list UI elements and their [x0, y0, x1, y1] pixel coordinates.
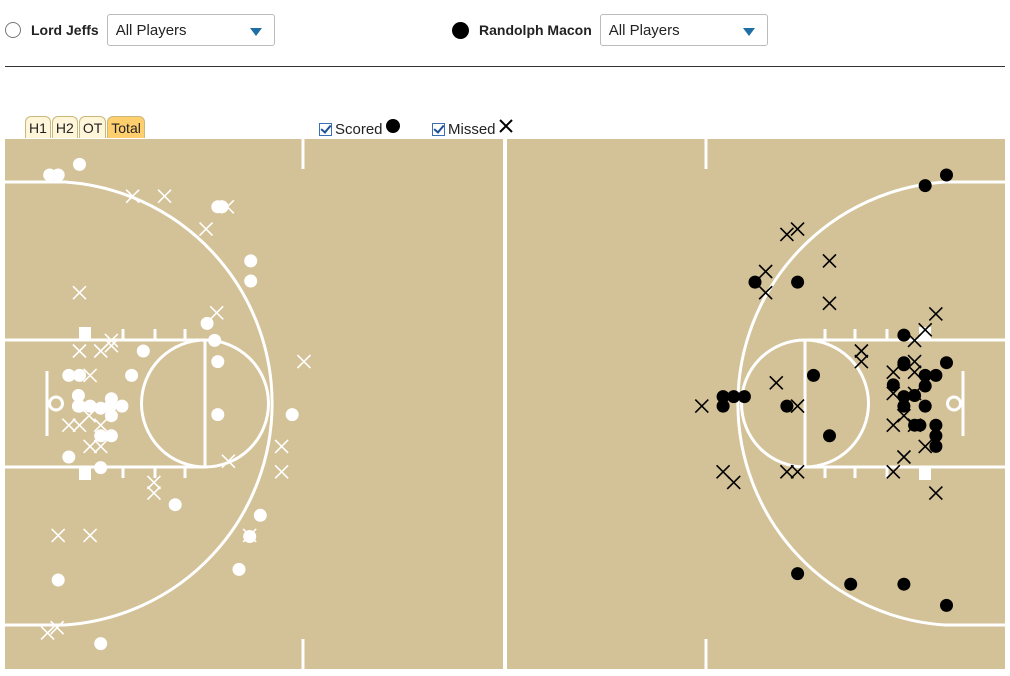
tab-h2[interactable]: H2 — [51, 116, 78, 138]
made-shot-lord-jeffs — [104, 409, 118, 423]
made-shot-lord-jeffs — [51, 573, 65, 587]
made-shot-randolph-macon — [791, 275, 805, 289]
block-mark — [79, 467, 91, 480]
made-shot-randolph-macon — [918, 179, 932, 193]
header-divider — [5, 66, 1005, 67]
made-shot-lord-jeffs — [94, 461, 108, 475]
chevron-down-icon — [742, 27, 755, 36]
made-shot-randolph-macon — [897, 577, 911, 591]
tab-ot[interactable]: OT — [78, 116, 107, 138]
filled-circle-icon — [385, 119, 400, 133]
tab-total[interactable]: Total — [107, 116, 145, 138]
made-shot-lord-jeffs — [62, 450, 76, 464]
made-shot-randolph-macon — [807, 368, 820, 382]
missed-label: Missed — [448, 120, 496, 138]
made-shot-lord-jeffs — [73, 368, 86, 382]
scored-filter[interactable]: Scored — [319, 119, 400, 139]
made-shot-lord-jeffs — [285, 408, 299, 422]
missed-checkbox[interactable] — [432, 122, 445, 136]
made-shot-randolph-macon — [929, 439, 943, 453]
made-shot-randolph-macon — [940, 598, 953, 612]
made-shot-lord-jeffs — [211, 408, 225, 422]
made-shot-lord-jeffs — [115, 399, 129, 413]
filled-circle-icon — [452, 21, 469, 39]
made-shot-lord-jeffs — [244, 254, 258, 268]
made-shot-lord-jeffs — [168, 498, 182, 512]
made-shot-lord-jeffs — [51, 168, 65, 182]
made-shot-randolph-macon — [844, 577, 858, 591]
made-shot-lord-jeffs — [125, 368, 139, 382]
made-shot-lord-jeffs — [73, 157, 86, 171]
player-select-lord-jeffs[interactable]: All Players — [106, 14, 275, 46]
scored-checkbox[interactable] — [319, 122, 332, 136]
team-name: Randolph Macon — [479, 22, 592, 38]
block-mark — [79, 327, 91, 340]
player-select-randolph-macon[interactable]: All Players — [599, 14, 768, 46]
made-shot-randolph-macon — [897, 358, 911, 372]
made-shot-randolph-macon — [737, 390, 751, 404]
made-shot-randolph-macon — [791, 567, 805, 581]
made-shot-randolph-macon — [918, 399, 932, 413]
team-filter-randolph-macon: Randolph Macon All Players — [452, 13, 768, 47]
made-shot-lord-jeffs — [94, 637, 108, 651]
made-shot-lord-jeffs — [211, 355, 225, 369]
missed-filter[interactable]: Missed — [432, 119, 514, 139]
made-shot-randolph-macon — [940, 168, 953, 182]
made-shot-randolph-macon — [716, 399, 730, 413]
player-select-value: All Players — [608, 21, 680, 39]
chevron-down-icon — [249, 27, 262, 36]
player-select-value: All Players — [115, 21, 187, 39]
hollow-circle-icon — [5, 22, 21, 38]
x-mark-icon — [498, 119, 513, 133]
team-name: Lord Jeffs — [31, 22, 99, 38]
tab-h1[interactable]: H1 — [25, 116, 51, 138]
made-shot-randolph-macon — [823, 429, 836, 443]
made-shot-lord-jeffs — [244, 274, 258, 288]
made-shot-randolph-macon — [940, 356, 953, 370]
team-filter-lord-jeffs: Lord Jeffs All Players — [5, 13, 275, 47]
period-tabs: H1 H2 OT Total — [25, 116, 145, 138]
made-shot-randolph-macon — [918, 379, 932, 393]
block-mark — [919, 467, 931, 480]
shot-chart-court — [5, 139, 1005, 669]
made-shot-randolph-macon — [780, 399, 794, 413]
made-shot-lord-jeffs — [104, 392, 118, 406]
made-shot-lord-jeffs — [232, 562, 246, 576]
made-shot-lord-jeffs — [208, 333, 222, 347]
scored-label: Scored — [335, 120, 383, 138]
made-shot-lord-jeffs — [253, 508, 267, 522]
made-shot-lord-jeffs — [136, 344, 150, 358]
